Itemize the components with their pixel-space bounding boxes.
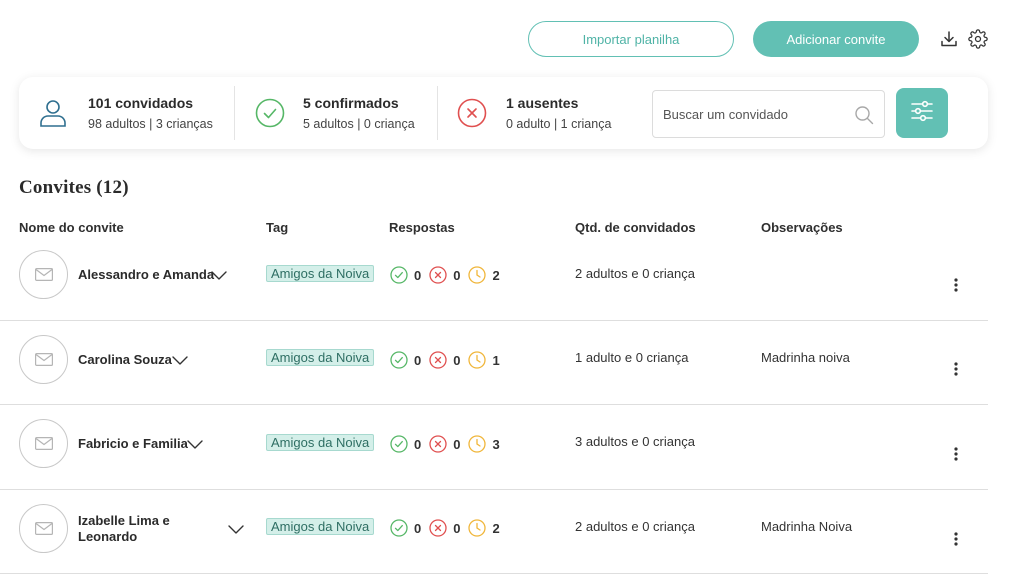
kebab-menu-icon[interactable] [946,529,966,549]
check-circle-icon [389,350,409,370]
search-input[interactable] [663,106,843,122]
search-box[interactable] [652,90,885,138]
notes: Madrinha noiva [761,350,850,365]
x-circle-icon [428,350,448,370]
gear-icon[interactable] [967,28,989,50]
tag-badge: Amigos da Noiva [266,518,375,535]
clock-icon [467,350,487,370]
confirmed-breakdown: 5 adultos | 0 criança [303,116,415,131]
invite-name: Carolina Souza [78,352,172,367]
responses: 0 0 1 [389,350,507,370]
guests-breakdown: 98 adultos | 3 crianças [88,116,213,131]
envelope-icon [19,250,68,299]
tag-badge: Amigos da Noiva [266,265,375,282]
guest-quantity: 2 adultos e 0 criança [575,519,695,534]
clock-icon [467,265,487,285]
confirmed-count: 5 confirmados [303,94,399,111]
row-divider [0,573,988,574]
absent-count: 1 ausentes [506,94,579,111]
envelope-icon [19,504,68,553]
invite-name: Fabricio e Familia [78,436,188,451]
check-circle-icon [389,265,409,285]
tag-badge: Amigos da Noiva [266,434,375,451]
clock-icon [467,518,487,538]
confirmed-count: 0 [414,520,422,536]
tag-badge: Amigos da Noiva [266,349,375,366]
stat-guests: 101 convidados 98 adultos | 3 crianças [38,77,213,149]
invite-name: Alessandro e Amanda [78,267,215,282]
responses: 0 0 2 [389,265,507,285]
confirmed-count: 0 [414,352,422,368]
x-circle-icon [428,434,448,454]
x-circle-icon [428,265,448,285]
user-icon [38,98,68,128]
guests-count: 101 convidados [88,94,194,111]
check-circle-icon [389,434,409,454]
check-circle-icon [255,98,285,128]
sliders-icon [910,100,934,127]
import-spreadsheet-button[interactable]: Importar planilha [528,21,734,57]
column-header-qty: Qtd. de convidados [575,220,696,235]
page-title: Convites (12) [19,177,129,198]
chevron-down-icon[interactable] [186,438,204,450]
declined-count: 0 [453,520,461,536]
table-row[interactable]: Fabricio e Familia Amigos da Noiva 0 0 3… [0,405,988,490]
notes: Madrinha Noiva [761,519,853,534]
column-header-tag: Tag [266,220,289,235]
kebab-menu-icon[interactable] [946,359,966,379]
pending-count: 3 [492,436,500,452]
absent-breakdown: 0 adulto | 1 criança [506,116,612,131]
confirmed-count: 0 [414,267,422,283]
declined-count: 0 [453,436,461,452]
pending-count: 2 [492,520,500,536]
stat-confirmed: 5 confirmados 5 adultos | 0 criança [255,77,415,149]
download-icon[interactable] [938,28,960,50]
divider [437,86,438,140]
add-invite-button[interactable]: Adicionar convite [753,21,919,57]
pending-count: 1 [492,352,500,368]
guest-quantity: 2 adultos e 0 criança [575,266,695,281]
envelope-icon [19,335,68,384]
guest-quantity: 3 adultos e 0 criança [575,434,695,449]
column-header-notes: Observações [761,220,843,235]
chevron-down-icon[interactable] [227,523,245,535]
stats-card: 101 convidados 98 adultos | 3 crianças 5… [19,77,988,149]
stat-absent: 1 ausentes 0 adulto | 1 criança [457,77,611,149]
pending-count: 2 [492,267,500,283]
column-header-responses: Respostas [389,220,455,235]
check-circle-icon [389,518,409,538]
search-icon[interactable] [854,105,874,130]
x-circle-icon [457,98,487,128]
chevron-down-icon[interactable] [210,269,228,281]
clock-icon [467,434,487,454]
x-circle-icon [428,518,448,538]
declined-count: 0 [453,352,461,368]
filter-button[interactable] [896,88,948,138]
responses: 0 0 2 [389,518,507,538]
chevron-down-icon[interactable] [171,354,189,366]
table-row[interactable]: Alessandro e Amanda Amigos da Noiva 0 0 … [0,236,988,321]
responses: 0 0 3 [389,434,507,454]
kebab-menu-icon[interactable] [946,444,966,464]
declined-count: 0 [453,267,461,283]
column-header-name: Nome do convite [19,220,124,235]
table-row[interactable]: Izabelle Lima e Leonardo Amigos da Noiva… [0,489,988,574]
kebab-menu-icon[interactable] [946,275,966,295]
divider [234,86,235,140]
table-row[interactable]: Carolina Souza Amigos da Noiva 0 0 1 1 a… [0,320,988,405]
envelope-icon [19,419,68,468]
invite-name: Izabelle Lima e Leonardo [78,513,170,544]
guest-quantity: 1 adulto e 0 criança [575,350,689,365]
confirmed-count: 0 [414,436,422,452]
